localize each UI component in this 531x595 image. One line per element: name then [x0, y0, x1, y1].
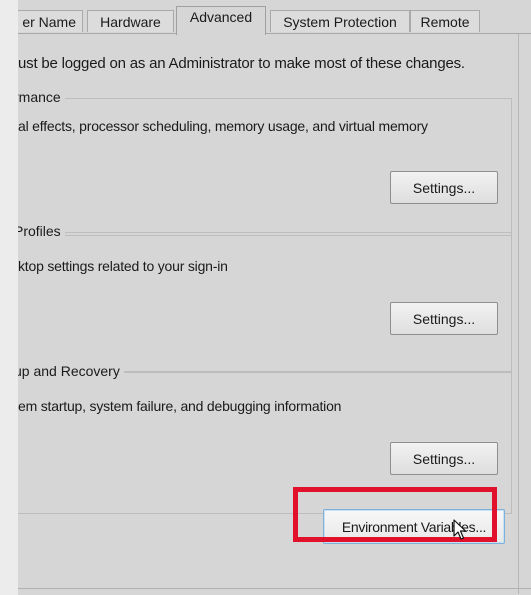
startup-recovery-settings-button[interactable]: Settings... — [390, 442, 498, 475]
user-profiles-legend: Profiles — [18, 223, 65, 239]
tab-computer-name[interactable]: er Name — [18, 10, 83, 32]
user-profiles-settings-button[interactable]: Settings... — [390, 302, 498, 335]
tab-advanced[interactable]: Advanced — [176, 6, 266, 35]
startup-recovery-description: em startup, system failure, and debuggin… — [18, 398, 342, 414]
performance-settings-button[interactable]: Settings... — [390, 171, 498, 204]
tab-remote[interactable]: Remote — [410, 10, 480, 32]
performance-legend: rmance — [18, 89, 65, 105]
admin-note: ust be logged on as an Administrator to … — [18, 55, 465, 72]
user-profiles-description: ktop settings related to your sign-in — [18, 258, 228, 274]
performance-description: al effects, processor scheduling, memory… — [18, 118, 428, 134]
startup-recovery-group: up and Recovery em startup, system failu… — [18, 363, 512, 514]
bottom-divider — [18, 588, 531, 589]
user-profiles-group: Profiles ktop settings related to your s… — [18, 223, 512, 372]
environment-variables-button[interactable]: Environment Variables... — [323, 509, 505, 544]
mouse-pointer-icon — [453, 519, 467, 540]
tab-system-protection[interactable]: System Protection — [270, 10, 410, 32]
tab-strip: er Name Hardware Advanced System Protect… — [18, 6, 524, 35]
advanced-panel: ust be logged on as an Administrator to … — [18, 34, 519, 594]
performance-group: rmance al effects, processor scheduling,… — [18, 89, 512, 236]
system-properties-dialog: er Name Hardware Advanced System Protect… — [18, 0, 531, 595]
startup-recovery-legend: up and Recovery — [18, 363, 124, 379]
tab-hardware[interactable]: Hardware — [87, 10, 174, 32]
